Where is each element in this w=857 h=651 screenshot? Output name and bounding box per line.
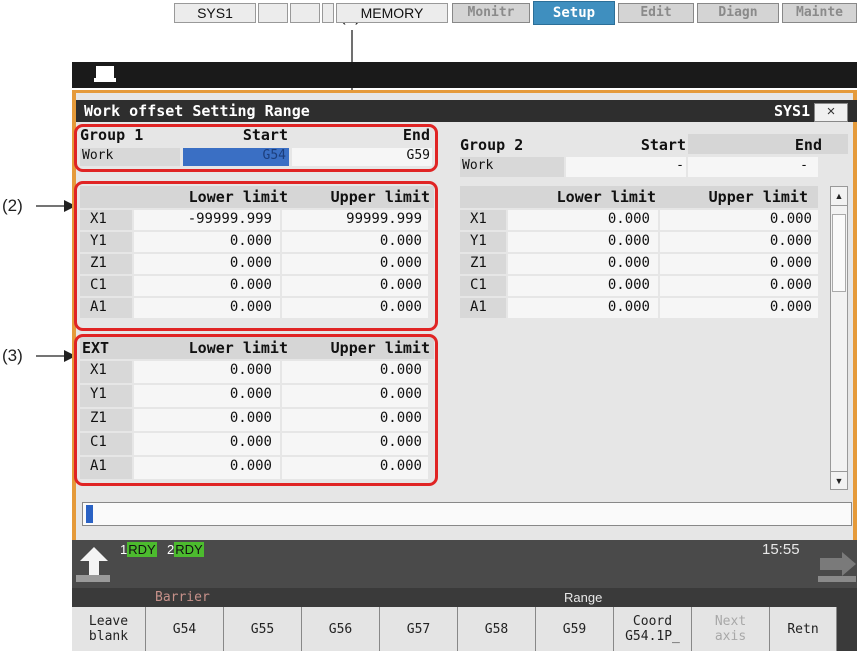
top-menu-bar	[72, 62, 857, 88]
group2-lower-value: 0.000	[607, 255, 650, 271]
fkey-9-line2: axis	[714, 629, 747, 644]
fkey-6[interactable]: G58	[458, 607, 536, 651]
group2-lower-header: Lower limit	[556, 188, 656, 206]
fkey-8-label: Coord G54.1P_	[625, 614, 680, 644]
scroll-up-icon[interactable]: ▲	[831, 187, 847, 206]
group2-label: Group 2	[460, 136, 523, 154]
range-group-label: Range	[564, 590, 603, 605]
window-title: Work offset Setting Range	[84, 102, 310, 120]
tab-mainte[interactable]: Mainte	[782, 3, 857, 23]
group2-upper-value: 0.000	[769, 211, 812, 227]
group2-lower-value: 0.000	[607, 211, 650, 227]
status-slot-2	[290, 3, 320, 23]
fkey-3-label: G55	[251, 622, 274, 637]
fkey-2[interactable]: G54	[146, 607, 224, 651]
group2-axis-label: A1	[470, 299, 487, 315]
highlight-box-2	[74, 181, 438, 331]
clock: 15:55	[762, 541, 800, 558]
back-arrow-icon[interactable]	[74, 545, 114, 585]
rdy1-text: RDY	[127, 542, 157, 557]
group2-upper-value: 0.000	[769, 255, 812, 271]
fkey-3[interactable]: G55	[224, 607, 302, 651]
mode-indicator: MEMORY	[336, 3, 448, 23]
group2-start-header: Start	[640, 136, 686, 154]
fkey-1[interactable]: Leave blank	[72, 607, 146, 651]
fkey-6-line1: G58	[484, 621, 509, 637]
scroll-down-icon[interactable]: ▼	[831, 471, 847, 490]
group2-axis-label: Z1	[470, 255, 487, 271]
fkey-4-line1: G56	[328, 621, 353, 637]
input-line[interactable]	[82, 502, 852, 526]
fkey-1-label: Leave blank	[89, 614, 128, 644]
group2-axis-label: X1	[470, 211, 487, 227]
group2-axis-label: Y1	[470, 233, 487, 249]
group2-upper-value: 0.000	[769, 299, 812, 315]
window-system-label: SYS1	[774, 102, 811, 120]
fkey-5-label: G57	[407, 622, 430, 637]
fkey-6-label: G58	[485, 622, 508, 637]
window-menu-icon[interactable]	[94, 66, 116, 82]
fkey-2-line1: G54	[172, 621, 197, 637]
tab-edit[interactable]: Edit	[618, 3, 694, 23]
fkey-9-label: Next axis	[715, 614, 746, 644]
fkey-10[interactable]: Retn	[770, 607, 837, 651]
fkey-8[interactable]: Coord G54.1P_	[614, 607, 692, 651]
fkey-7-line1: G59	[562, 621, 587, 637]
fkey-8-line2: G54.1P_	[625, 629, 680, 644]
highlight-box-3	[74, 334, 438, 486]
rdy-badge-1: 1RDY	[120, 542, 157, 557]
fkey-1-line1: Leave	[88, 614, 129, 629]
group2-upper-value: 0.000	[769, 233, 812, 249]
tab-setup[interactable]: Setup	[533, 1, 615, 25]
fkey-9[interactable]: Next axis	[692, 607, 770, 651]
fkey-7-label: G59	[563, 622, 586, 637]
highlight-box-1	[74, 124, 438, 172]
barrier-group-label: Barrier	[155, 590, 210, 605]
fkey-2-label: G54	[173, 622, 196, 637]
group2-axis-label: C1	[470, 277, 487, 293]
status-slot-1	[258, 3, 288, 23]
fkey-4-label: G56	[329, 622, 352, 637]
fkey-7[interactable]: G59	[536, 607, 614, 651]
group2-upper-header: Upper limit	[708, 188, 808, 206]
input-cursor	[86, 505, 93, 523]
group2-end-header: End	[794, 136, 822, 154]
group2-start-value: -	[676, 158, 684, 173]
tab-monitor[interactable]: Monitr	[452, 3, 530, 23]
close-icon[interactable]: ×	[814, 103, 848, 122]
fkey-3-line1: G55	[250, 621, 275, 637]
scroll-thumb[interactable]	[832, 214, 846, 292]
system-indicator: SYS1	[174, 3, 256, 23]
fkey-9-line1: Next	[714, 614, 747, 629]
fkey-10-label: Retn	[787, 622, 818, 637]
status-slot-3	[322, 3, 334, 23]
rdy2-text: RDY	[174, 542, 204, 557]
fkey-10-line1: Retn	[787, 621, 819, 637]
group2-label-text: Group	[460, 136, 506, 154]
group2-lower-value: 0.000	[607, 299, 650, 315]
group2-lower-value: 0.000	[607, 233, 650, 249]
fkey-5-line1: G57	[406, 621, 431, 637]
group2-work-label: Work	[462, 158, 494, 173]
tab-diagn[interactable]: Diagn	[697, 3, 779, 23]
group2-lower-value: 0.000	[607, 277, 650, 293]
forward-arrow-icon[interactable]	[816, 552, 857, 586]
group2-end-value: -	[800, 158, 808, 173]
rdy-badge-2: 2RDY	[167, 542, 204, 557]
fkey-5[interactable]: G57	[380, 607, 458, 651]
fkey-8-line1: Coord	[632, 614, 673, 629]
group2-upper-value: 0.000	[769, 277, 812, 293]
fkey-1-line2: blank	[88, 629, 129, 644]
fkey-4[interactable]: G56	[302, 607, 380, 651]
group2-number: 2	[514, 136, 524, 154]
